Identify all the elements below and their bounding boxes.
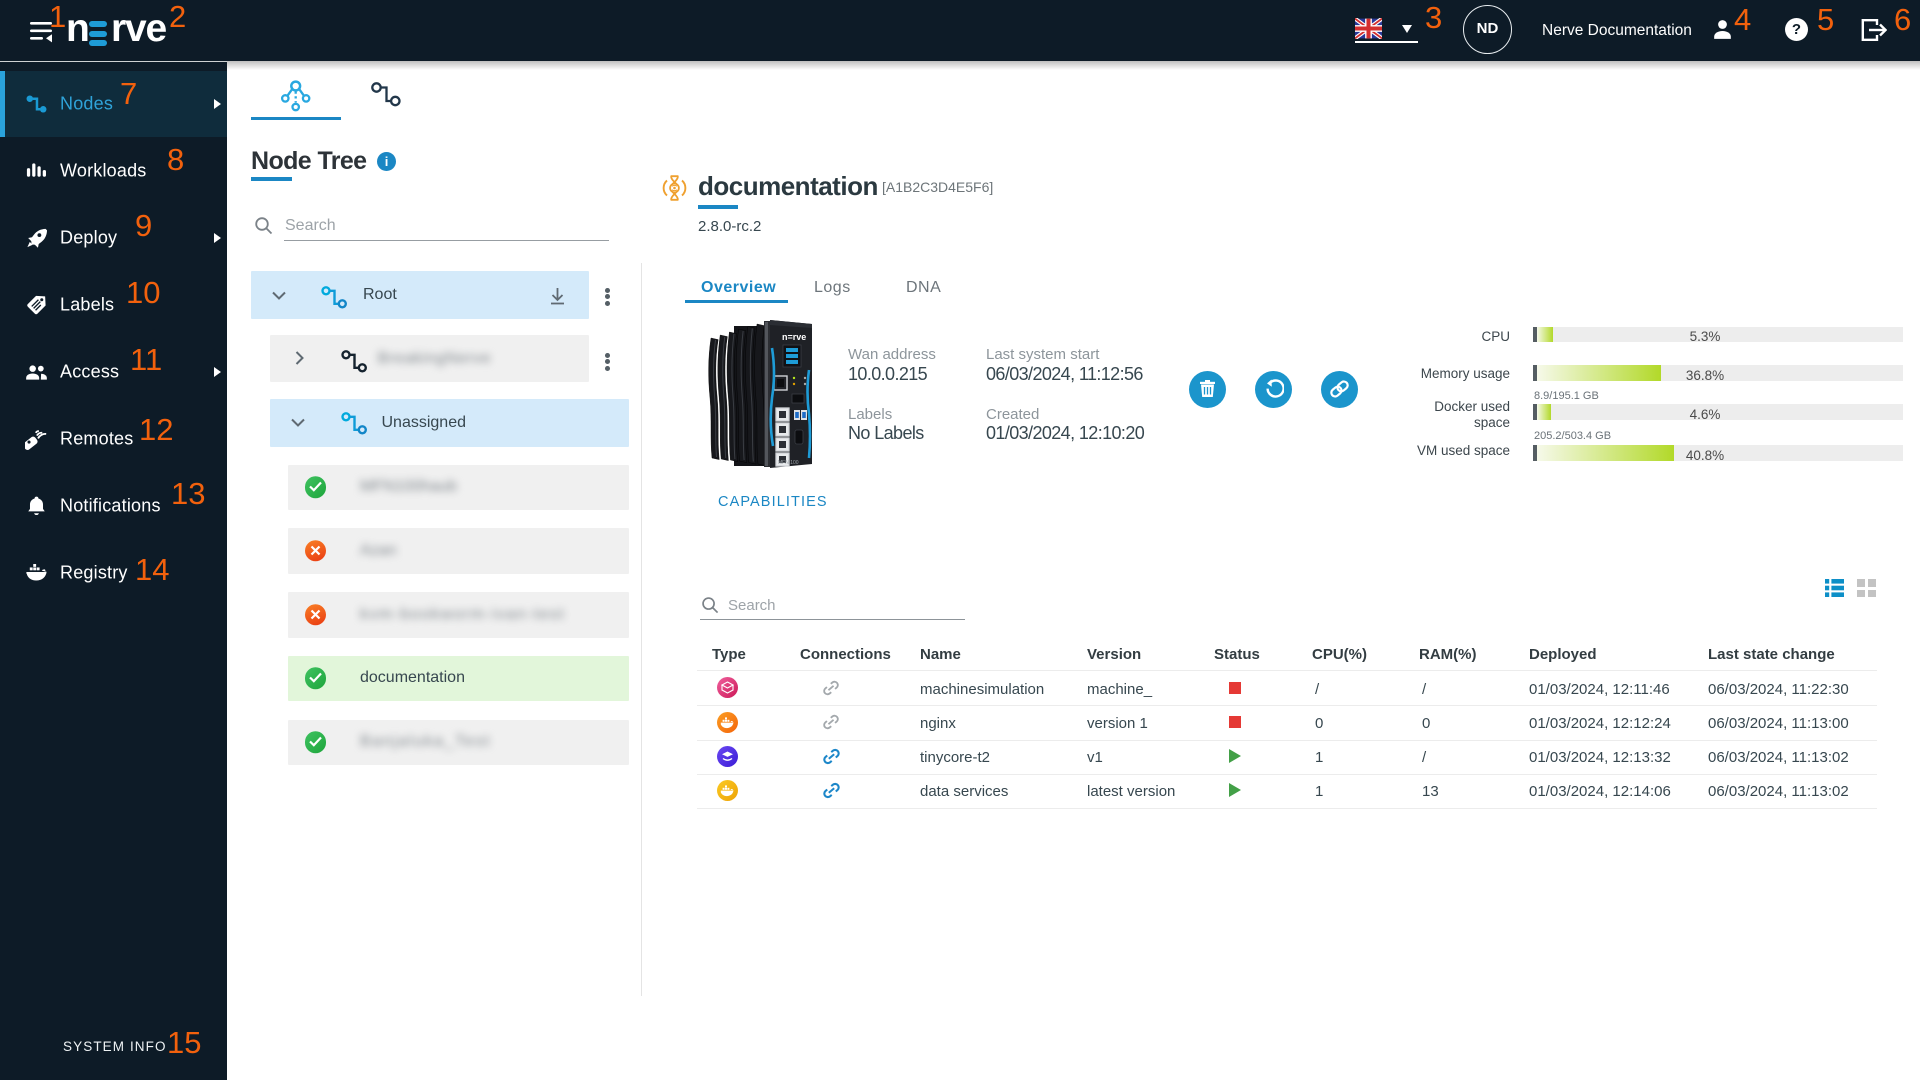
svg-text:n=rve: n=rve — [782, 332, 806, 342]
svg-text:MFN 100: MFN 100 — [778, 460, 799, 466]
